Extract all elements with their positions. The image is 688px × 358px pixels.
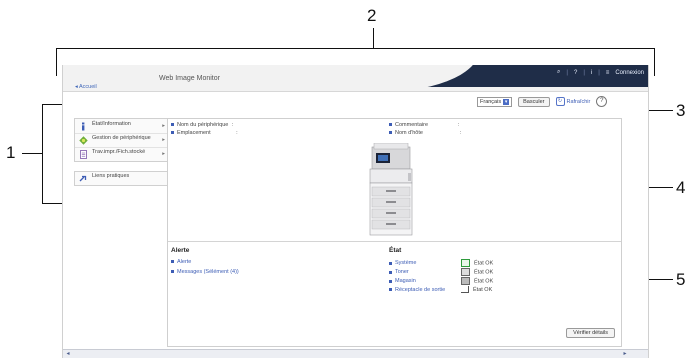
header-bar: Web Image Monitor ⌕ | ? | i | ≡ Connexio… [63,65,648,92]
status-value: État OK [473,286,493,293]
device-management-icon [79,136,88,145]
page-toolbar: Français ▾ Basculer ↻ Rafraîchir ? [477,96,608,107]
bullet-icon [389,288,392,291]
output-tray-icon [461,286,469,293]
refresh-icon: ↻ [555,97,565,106]
status-output-tray: Réceptacle de sortie État OK [389,286,492,293]
refresh-button[interactable]: ↻ Rafraîchir [555,97,591,106]
horizontal-scrollbar[interactable]: ◂ ▸ [63,349,648,358]
field-label: Nom d'hôte [395,130,423,136]
status-label[interactable]: Magasin [395,278,461,284]
hostname-field: Nom d'hôte : [389,130,461,136]
bullet-icon [171,123,174,127]
status-system: Système État OK [389,259,493,267]
field-separator: : [457,122,460,128]
callout-2: 2 [367,6,377,25]
switch-button[interactable]: Basculer [518,96,550,107]
help-button[interactable]: ? [596,96,608,107]
language-value: Français [480,98,502,105]
refresh-label: Rafraîchir [566,98,591,105]
messages-link[interactable]: Messages (Sélément (4)) [171,269,251,276]
status-value: État OK [474,269,494,276]
status-value: État OK [474,278,494,285]
field-separator: : [231,122,234,128]
device-name-field: Nom du périphérique : [171,122,233,128]
callout-2-bracket [56,48,655,49]
callout-1-bracket [42,104,43,203]
scroll-right-icon[interactable]: ▸ [622,350,628,358]
sidebar-item-links[interactable]: Liens pratiques [75,172,168,185]
bullet-icon [171,260,174,264]
messages-label: Messages (Sélément (4)) [177,269,239,275]
status-title: État [389,247,402,254]
bullet-icon [389,131,392,135]
bullet-icon [389,270,392,274]
sidebar-item-label: État/Information [92,121,131,127]
help-icon[interactable]: ? [574,70,577,76]
status-label[interactable]: Toner [395,269,461,275]
field-label: Emplacement [177,130,211,136]
sidebar-item-label: Trav.impr./Fich.stocké [92,149,146,155]
bullet-icon [389,279,392,283]
chevron-right-icon: ▸ [162,151,165,157]
chevron-right-icon: ▸ [162,137,165,143]
status-value: État OK [474,260,494,267]
language-select[interactable]: Français ▾ [477,96,513,107]
document-icon [80,150,87,159]
field-label: Commentaire [395,122,429,128]
callout-2-bracket-left [56,48,57,76]
bullet-icon [389,261,392,265]
location-field: Emplacement : [171,130,238,136]
callout-4: 4 [676,178,686,197]
breadcrumb-home[interactable]: ◂ Accueil [75,84,97,90]
status-label[interactable]: Système [395,260,461,266]
header-tools: ⌕ | ? | i | ≡ Connexion [557,69,644,76]
app-title: Web Image Monitor [159,75,220,82]
web-image-monitor-window: Web Image Monitor ⌕ | ? | i | ≡ Connexio… [62,65,649,358]
chevron-right-icon: ▸ [162,123,165,129]
bullet-icon [171,270,174,274]
status-label[interactable]: Réceptacle de sortie [395,287,461,293]
section-divider [168,241,621,242]
alerts-title: Alerte [171,247,190,254]
toner-icon [461,268,470,276]
scroll-left-icon[interactable]: ◂ [65,350,71,358]
sidebar-item-label: Gestion de périphérique [92,135,151,141]
sidebar-item-status[interactable]: État/Information ▸ [75,120,168,134]
comment-field: Commentaire : [389,122,459,128]
callout-2-bracket-right [654,48,655,76]
info-icon [82,122,85,131]
system-icon [461,259,470,267]
alert-label: Alerte [177,259,192,265]
connexion-link[interactable]: Connexion [615,70,644,76]
sidebar-links[interactable]: Liens pratiques [74,171,169,186]
status-tray: Magasin État OK [389,277,493,285]
alert-link[interactable]: Alerte [171,259,191,265]
status-toner: Toner État OK [389,268,493,276]
sidebar-menu: État/Information ▸ Gestion de périphériq… [74,118,169,162]
callout-1: 1 [6,143,16,162]
callout-3: 3 [676,101,686,120]
check-details-button[interactable]: Vérifier détails [566,328,615,338]
bullet-icon [389,123,392,127]
callout-5: 5 [676,270,686,289]
tray-icon [461,277,470,285]
callout-1-stem [22,153,42,154]
callout-2-stem [373,28,374,48]
menu-icon[interactable]: ≡ [606,70,610,76]
breadcrumb-home-label: Accueil [79,84,97,90]
sidebar-item-label: Liens pratiques [92,173,130,179]
field-label: Nom du périphérique [177,122,229,128]
printer-image [369,143,413,236]
field-separator: : [236,130,238,136]
link-arrow-icon [79,175,87,182]
chevron-down-icon: ▾ [503,98,510,105]
sidebar-item-print-jobs[interactable]: Trav.impr./Fich.stocké ▸ [75,148,168,161]
main-panel: Nom du périphérique : Emplacement : Comm… [167,118,622,347]
sidebar-item-device-management[interactable]: Gestion de périphérique ▸ [75,134,168,148]
info-icon[interactable]: i [591,70,592,76]
search-icon[interactable]: ⌕ [557,69,560,76]
bullet-icon [171,131,174,135]
field-separator: : [459,130,462,136]
